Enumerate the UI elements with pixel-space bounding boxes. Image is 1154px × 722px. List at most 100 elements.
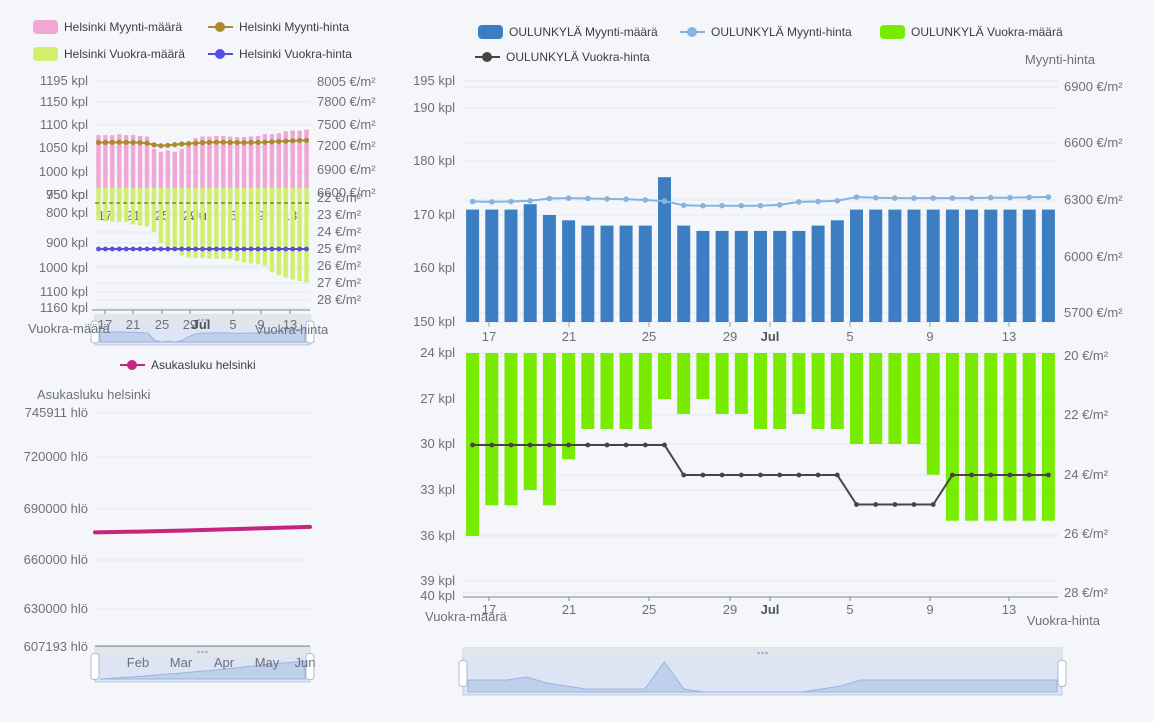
grip-dots-icon: [761, 652, 764, 655]
x-axis-label: Jun: [295, 655, 316, 670]
tick-label: 27 €/m²: [317, 275, 362, 290]
line-series-icon: [208, 20, 233, 34]
tick-label: 25 €/m²: [317, 241, 362, 256]
tick-label: 900 kpl: [46, 235, 88, 250]
bar-series-icon: [478, 25, 503, 39]
tick-label: 6000 €/m²: [1064, 249, 1123, 264]
axis-name-asukasluku: Asukasluku helsinki: [37, 387, 150, 402]
x-axis-label: 5: [846, 329, 853, 344]
tick-label: 6900 €/m²: [317, 162, 376, 177]
tick-label: 180 kpl: [413, 153, 455, 168]
tick-label: 745911 hlö: [25, 405, 88, 420]
x-axis-label: Jul: [761, 329, 780, 344]
tick-label: 800 kpl: [46, 205, 88, 220]
legend-item-helsinki-vuokra-hinta[interactable]: Helsinki Vuokra-hinta: [208, 47, 352, 61]
legend-item-oulunkyla-vuokra-hinta[interactable]: OULUNKYLÄ Vuokra-hinta: [475, 50, 650, 64]
chart-asukasluku-graphics: FebMarAprMayJun745911 hlö720000 hlö69000…: [24, 405, 316, 682]
legend-item-oulunkyla-vuokra-maara[interactable]: OULUNKYLÄ Vuokra-määrä: [880, 25, 1063, 39]
tick-label: 24 €/m²: [1064, 467, 1109, 482]
chart-oulunkyla-graphics: 17212529Jul591317212529Jul5913195 kpl190…: [413, 73, 1123, 695]
axis-name-helsinki-vuokra-maara: Vuokra-määrä: [28, 321, 110, 336]
tick-label: 24 kpl: [420, 345, 455, 360]
tick-label: 195 kpl: [413, 73, 455, 88]
x-axis-label: 21: [562, 329, 576, 344]
x-axis-label: Jul: [192, 317, 211, 332]
tick-label: 20 €/m²: [1064, 348, 1109, 363]
tick-label: 6600 €/m²: [1064, 135, 1123, 150]
legend-label: OULUNKYLÄ Myynti-hinta: [711, 25, 852, 39]
oulunkyla-datazoom-slider[interactable]: [459, 648, 1066, 695]
tick-label: 33 kpl: [420, 482, 455, 497]
tick-label: 22 €/m²: [1064, 407, 1109, 422]
tick-label: 170 kpl: [413, 207, 455, 222]
x-axis-label: 9: [926, 329, 933, 344]
legend-item-asukasluku[interactable]: Asukasluku helsinki: [120, 358, 256, 372]
grip-dots-icon: [201, 651, 204, 654]
legend-item-helsinki-myynti-maara[interactable]: Helsinki Myynti-määrä: [33, 20, 182, 34]
oulunkyla-datazoom-slider-handle-right[interactable]: [1058, 661, 1066, 687]
tick-label: 7800 €/m²: [317, 94, 376, 109]
tick-label: 26 €/m²: [1064, 526, 1109, 541]
tick-label: 1150 kpl: [40, 94, 88, 109]
grip-dots-icon: [757, 652, 760, 655]
legend-item-helsinki-vuokra-maara[interactable]: Helsinki Vuokra-määrä: [33, 47, 185, 61]
tick-label: 660000 hlö: [24, 552, 88, 567]
x-axis-label: 9: [926, 602, 933, 617]
x-axis-label: 29: [723, 602, 737, 617]
tick-label: 190 kpl: [413, 100, 455, 115]
tick-label: 27 kpl: [420, 391, 455, 406]
tick-label: 6900 €/m²: [1064, 79, 1123, 94]
axis-name-oulunkyla-vuokra-hinta: Vuokra-hinta: [1027, 613, 1100, 628]
tick-label: 23 €/m²: [317, 207, 362, 222]
x-axis-label: 25: [155, 317, 169, 332]
bar-series-icon: [33, 20, 58, 34]
x-axis-label: 13: [1002, 602, 1016, 617]
tick-label: 160 kpl: [413, 260, 455, 275]
legend-item-oulunkyla-myynti-hinta[interactable]: OULUNKYLÄ Myynti-hinta: [680, 25, 852, 39]
line-series-icon: [475, 50, 500, 64]
legend-item-helsinki-myynti-hinta[interactable]: Helsinki Myynti-hinta: [208, 20, 349, 34]
tick-label: 8005 €/m²: [317, 74, 376, 89]
chart-helsinki-graphics: 17212529Jul591317212529Jul59131195 kpl11…: [39, 73, 376, 345]
tick-label: 607193 hlö: [24, 639, 88, 654]
tick-label: 1000 kpl: [39, 164, 88, 179]
axis-name-helsinki-vuokra-hinta: Vuokra-hinta: [255, 322, 328, 337]
tick-label: 28 €/m²: [1064, 585, 1109, 600]
tick-label: 7200 €/m²: [317, 138, 376, 153]
real-estate-dashboard: 17212529Jul591317212529Jul59131195 kpl11…: [0, 0, 1154, 722]
legend-label: Asukasluku helsinki: [151, 358, 256, 372]
line-series-icon: [208, 47, 233, 61]
tick-label: 40 kpl: [420, 588, 455, 603]
legend-label: OULUNKYLÄ Vuokra-määrä: [911, 25, 1063, 39]
series-helsinki-myynti-maara-bars: [96, 130, 308, 188]
x-axis-label: 17: [482, 329, 496, 344]
oulunkyla-datazoom-slider-handle-left[interactable]: [459, 661, 467, 687]
grip-dots-icon: [765, 652, 768, 655]
tick-label: 1100 kpl: [40, 284, 88, 299]
tick-label: 28 €/m²: [317, 292, 362, 307]
legend-item-oulunkyla-myynti-maara[interactable]: OULUNKYLÄ Myynti-määrä: [478, 25, 658, 39]
x-axis-label: 21: [126, 317, 140, 332]
x-axis-label: Mar: [170, 655, 193, 670]
tick-label: 1000 kpl: [39, 260, 88, 275]
x-axis-label: 5: [846, 602, 853, 617]
x-axis-label: May: [255, 655, 280, 670]
axis-name-oulunkyla-myynti-hinta: Myynti-hinta: [1025, 52, 1095, 67]
tick-label: 5700 €/m²: [1064, 305, 1123, 320]
tick-label: 24 €/m²: [317, 224, 362, 239]
asukasluku-datazoom-slider[interactable]: [91, 647, 314, 682]
tick-label: 6300 €/m²: [1064, 192, 1123, 207]
legend-label: Helsinki Vuokra-määrä: [64, 47, 185, 61]
legend-label: OULUNKYLÄ Vuokra-hinta: [506, 50, 650, 64]
line-series-icon: [120, 358, 145, 372]
x-axis-label: 25: [642, 329, 656, 344]
x-axis-label: Feb: [127, 655, 149, 670]
tick-label: 26 €/m²: [317, 258, 362, 273]
legend-label: OULUNKYLÄ Myynti-määrä: [509, 25, 658, 39]
asukasluku-datazoom-slider-handle-left[interactable]: [91, 654, 99, 680]
x-axis-label: 21: [562, 602, 576, 617]
tick-label: 7500 €/m²: [317, 117, 376, 132]
axis-name-oulunkyla-vuokra-maara: Vuokra-määrä: [425, 609, 507, 624]
bar-series-icon: [880, 25, 905, 39]
tick-label: 30 kpl: [420, 436, 455, 451]
